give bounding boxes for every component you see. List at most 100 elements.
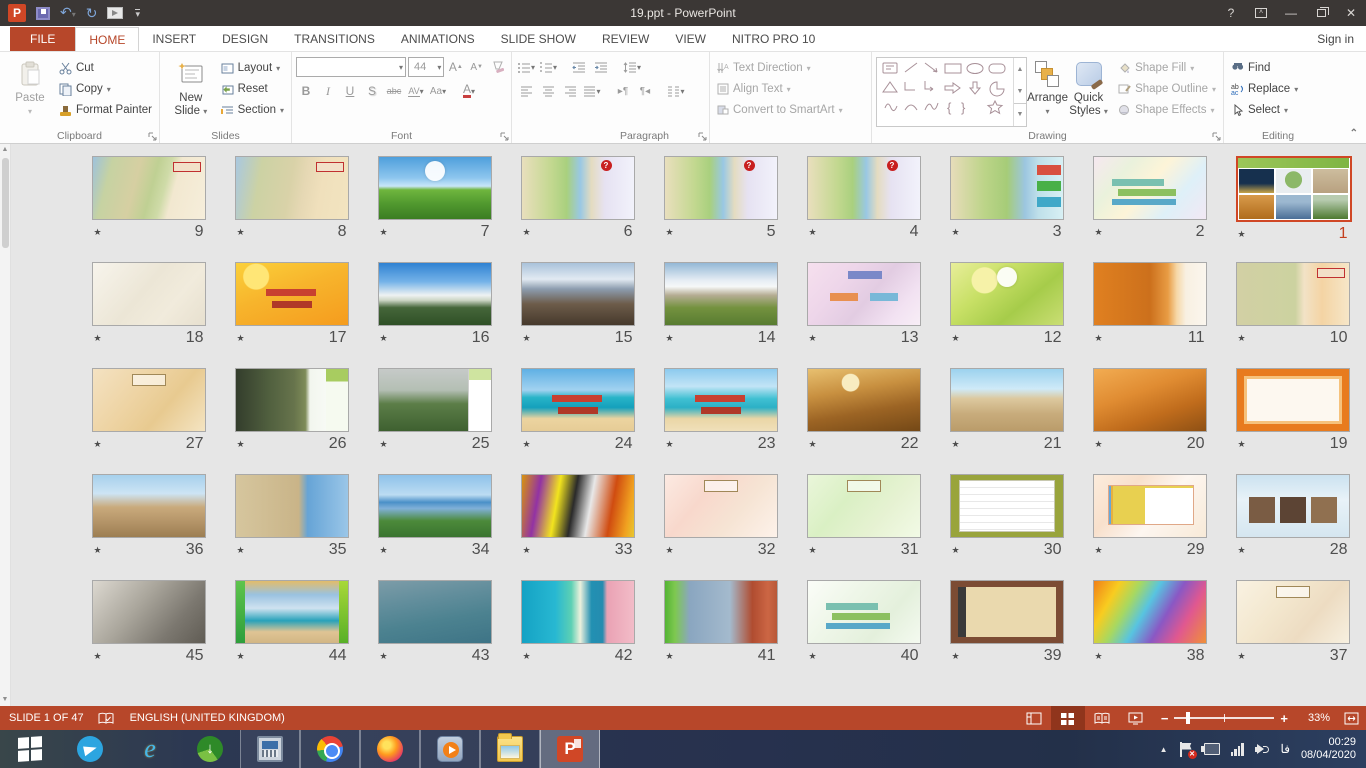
decrease-indent-button[interactable] [569, 58, 589, 77]
slide-thumbnail-20[interactable] [1093, 368, 1207, 432]
animation-star-icon[interactable]: ★ [237, 439, 245, 450]
animation-star-icon[interactable]: ★ [1238, 229, 1246, 240]
ribbon-display-options-button[interactable]: ˄ [1246, 0, 1276, 26]
cut-button[interactable]: Cut [56, 59, 155, 77]
align-left-button[interactable] [516, 82, 536, 101]
animation-star-icon[interactable]: ★ [94, 227, 102, 238]
slide-thumbnail-38[interactable] [1093, 580, 1207, 644]
taskbar-powerpoint[interactable]: P [540, 730, 600, 768]
align-text-button[interactable]: Align Text▾ [714, 80, 867, 98]
power-icon[interactable] [1204, 743, 1220, 755]
character-spacing-button[interactable]: AV▾ [406, 82, 426, 101]
volume-icon[interactable] [1255, 743, 1270, 756]
animation-star-icon[interactable]: ★ [94, 545, 102, 556]
zoom-slider-thumb[interactable] [1186, 712, 1190, 724]
normal-view-button[interactable] [1017, 706, 1051, 730]
animation-star-icon[interactable]: ★ [1238, 439, 1246, 450]
line-spacing-button[interactable]: ▾ [622, 58, 642, 77]
slide-thumbnail-41[interactable] [664, 580, 778, 644]
animation-star-icon[interactable]: ★ [952, 333, 960, 344]
taskbar-download-manager[interactable] [180, 730, 240, 768]
animation-star-icon[interactable]: ★ [1095, 333, 1103, 344]
input-language-indicator[interactable]: فا [1281, 742, 1290, 756]
animation-star-icon[interactable]: ★ [1095, 545, 1103, 556]
slide-thumbnail-10[interactable] [1236, 262, 1350, 326]
shapes-gallery-scroll[interactable]: ▲▼▼ [1013, 58, 1026, 126]
taskbar-file-explorer[interactable] [480, 730, 540, 768]
slide-thumbnail-27[interactable] [92, 368, 206, 432]
change-case-button[interactable]: Aa▾ [428, 82, 448, 101]
taskbar-media-player[interactable] [420, 730, 480, 768]
tab-nitro-pro[interactable]: NITRO PRO 10 [719, 27, 828, 51]
slide-thumbnail-43[interactable] [378, 580, 492, 644]
slide-thumbnail-9[interactable] [92, 156, 206, 220]
slide-thumbnail-24[interactable] [521, 368, 635, 432]
animation-star-icon[interactable]: ★ [1238, 651, 1246, 662]
slide-thumbnail-6[interactable] [521, 156, 635, 220]
text-shadow-button[interactable]: S [362, 82, 382, 101]
slide-thumbnail-26[interactable] [235, 368, 349, 432]
animation-star-icon[interactable]: ★ [380, 545, 388, 556]
arrange-button[interactable]: Arrange▾ [1027, 55, 1068, 127]
quick-styles-button[interactable]: Quick Styles ▾ [1068, 55, 1109, 127]
slide-thumbnail-31[interactable] [807, 474, 921, 538]
animation-star-icon[interactable]: ★ [1095, 439, 1103, 450]
animation-star-icon[interactable]: ★ [1095, 651, 1103, 662]
slide-thumbnail-33[interactable] [521, 474, 635, 538]
animation-star-icon[interactable]: ★ [1238, 545, 1246, 556]
animation-star-icon[interactable]: ★ [380, 651, 388, 662]
action-center-flag-icon[interactable]: ✕ [1179, 742, 1193, 757]
taskbar-telegram[interactable] [60, 730, 120, 768]
tab-view[interactable]: VIEW [662, 27, 719, 51]
increase-indent-button[interactable] [591, 58, 611, 77]
shapes-gallery[interactable]: { } ▲▼▼ [876, 57, 1027, 127]
scroll-up-icon[interactable]: ▲ [2, 144, 9, 156]
slide-thumbnail-44[interactable] [235, 580, 349, 644]
spell-check-icon[interactable] [98, 712, 114, 725]
clear-formatting-icon[interactable] [488, 58, 507, 77]
shape-outline-button[interactable]: Shape Outline▾ [1115, 80, 1219, 98]
animation-star-icon[interactable]: ★ [809, 227, 817, 238]
close-button[interactable]: ✕ [1336, 0, 1366, 26]
tab-home[interactable]: HOME [75, 27, 139, 51]
slide-thumbnail-37[interactable] [1236, 580, 1350, 644]
slide-thumbnail-16[interactable] [378, 262, 492, 326]
help-button[interactable]: ? [1216, 0, 1246, 26]
slide-thumbnail-32[interactable] [664, 474, 778, 538]
taskbar-clock[interactable]: 00:29 08/04/2020 [1301, 736, 1356, 762]
slide-thumbnail-17[interactable] [235, 262, 349, 326]
align-right-button[interactable] [560, 82, 580, 101]
animation-star-icon[interactable]: ★ [237, 227, 245, 238]
slide-thumbnail-12[interactable] [950, 262, 1064, 326]
font-dialog-launcher[interactable] [500, 132, 509, 141]
animation-star-icon[interactable]: ★ [1238, 333, 1246, 344]
find-button[interactable]: Find [1228, 59, 1328, 77]
slide-thumbnail-45[interactable] [92, 580, 206, 644]
scrollbar-thumb[interactable] [2, 158, 9, 248]
numbering-button[interactable]: ▾ [538, 58, 558, 77]
slide-thumbnail-30[interactable] [950, 474, 1064, 538]
animation-star-icon[interactable]: ★ [666, 439, 674, 450]
tab-design[interactable]: DESIGN [209, 27, 281, 51]
font-name-combo[interactable]: ▾ [296, 57, 406, 77]
animation-star-icon[interactable]: ★ [523, 439, 531, 450]
slide-thumbnail-1[interactable] [1236, 156, 1352, 222]
rtl-text-direction-button[interactable]: ¶◂ [635, 82, 655, 101]
redo-icon[interactable]: ↻ [86, 5, 98, 21]
customize-qat-icon[interactable]: ▾ [135, 9, 140, 18]
animation-star-icon[interactable]: ★ [94, 333, 102, 344]
slide-thumbnail-21[interactable] [950, 368, 1064, 432]
slide-thumbnail-4[interactable] [807, 156, 921, 220]
slide-thumbnail-42[interactable] [521, 580, 635, 644]
select-button[interactable]: Select▾ [1228, 101, 1328, 119]
slide-thumbnail-3[interactable] [950, 156, 1064, 220]
slide-thumbnail-19[interactable] [1236, 368, 1350, 432]
animation-star-icon[interactable]: ★ [237, 545, 245, 556]
slide-thumbnail-40[interactable] [807, 580, 921, 644]
slide-thumbnail-29[interactable] [1093, 474, 1207, 538]
paste-button[interactable]: Paste▾ [4, 55, 56, 127]
slide-thumbnail-22[interactable] [807, 368, 921, 432]
save-icon[interactable] [36, 7, 50, 20]
drawing-dialog-launcher[interactable] [1212, 132, 1221, 141]
slide-thumbnail-14[interactable] [664, 262, 778, 326]
